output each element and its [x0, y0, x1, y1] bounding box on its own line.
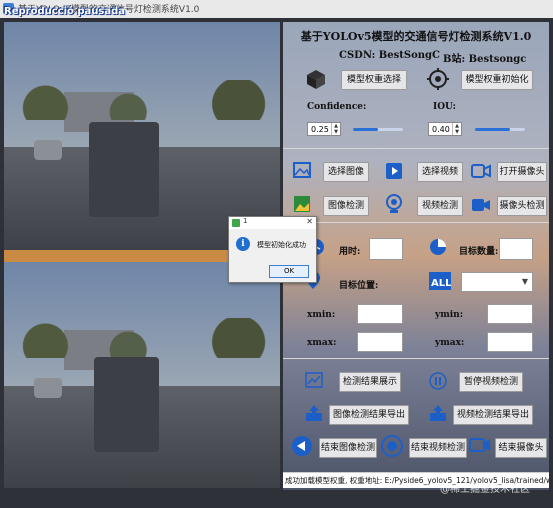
detected-image-view	[4, 262, 280, 488]
iou-spinbox[interactable]: 0.40 ▲ ▼	[428, 122, 462, 136]
pause-video-button[interactable]: 暂停视频检测	[459, 372, 523, 392]
xmin-label: xmin:	[307, 310, 336, 320]
dialog-message: 模型初始化成功	[257, 241, 306, 249]
camera-icon	[471, 164, 491, 178]
end-camera-button[interactable]: 结束摄像头	[495, 438, 547, 458]
target-icon	[427, 68, 449, 90]
divider	[283, 358, 549, 359]
stop-camera-icon	[469, 438, 490, 452]
end-image-button[interactable]: 结束图像检测	[319, 438, 377, 458]
image-detect-button[interactable]: 图像检测	[323, 196, 369, 216]
ymin-box	[487, 304, 533, 324]
export-video-button[interactable]: 视频检测结果导出	[453, 405, 533, 425]
model-select-button[interactable]: 模型权重选择	[341, 70, 407, 90]
ok-button[interactable]: OK	[269, 265, 309, 278]
divider	[283, 148, 549, 149]
iou-slider[interactable]	[475, 128, 525, 131]
info-icon: i	[236, 237, 250, 251]
bilibili-label: B站: Bestsongc	[443, 54, 527, 65]
ymax-label: ymax:	[435, 338, 465, 348]
confidence-spinbox[interactable]: 0.25 ▲ ▼	[307, 122, 341, 136]
vehicle	[89, 122, 159, 217]
select-image-button[interactable]: 选择图像	[323, 162, 369, 182]
model-init-button[interactable]: 模型权重初始化	[461, 70, 533, 90]
video-file-icon	[386, 163, 402, 179]
vehicle	[94, 357, 159, 452]
line-chart-icon	[305, 372, 323, 388]
target-select-dropdown[interactable]: ▼	[461, 272, 533, 292]
csdn-label: CSDN: BestSongC	[339, 50, 440, 61]
dialog-app-icon	[232, 219, 240, 227]
export-image-button[interactable]: 图像检测结果导出	[329, 405, 409, 425]
webcam-icon	[386, 194, 402, 213]
stop-video-icon	[381, 435, 403, 457]
playback-overlay: Reproducció pausada	[4, 6, 125, 17]
close-icon[interactable]: ✕	[306, 217, 313, 226]
open-camera-button[interactable]: 打开摄像头	[497, 162, 547, 182]
end-video-button[interactable]: 结束视频检测	[409, 438, 467, 458]
xmin-box	[357, 304, 403, 324]
cube-icon	[307, 70, 325, 89]
divider	[283, 222, 549, 223]
iou-slider-fill	[475, 128, 510, 131]
panel-title: 基于YOLOv5模型的交通信号灯检测系统V1.0	[300, 30, 532, 43]
control-panel: 基于YOLOv5模型的交通信号灯检测系统V1.0 CSDN: BestSongC…	[283, 22, 549, 490]
ymin-label: ymin:	[435, 310, 464, 320]
image-icon	[293, 162, 311, 178]
target-count-label: 目标数量:	[459, 247, 499, 257]
all-icon: ALL	[429, 272, 451, 290]
show-result-button[interactable]: 检测结果展示	[339, 372, 401, 392]
iou-label: IOU:	[433, 102, 456, 112]
time-label: 用时:	[339, 247, 361, 257]
dialog-title-bar: 1 ✕	[229, 217, 316, 229]
target-position-label: 目标位置:	[339, 281, 379, 291]
export-video-icon	[430, 405, 446, 421]
xmax-label: xmax:	[307, 338, 337, 348]
video-camera-icon	[472, 199, 490, 211]
ymax-box	[487, 332, 533, 352]
watermark: @稀土掘金技术社区	[440, 484, 530, 495]
export-icon	[306, 405, 322, 421]
pause-icon	[429, 372, 447, 390]
confidence-slider-fill	[353, 128, 378, 131]
time-value-box	[369, 238, 403, 260]
select-video-button[interactable]: 选择视频	[417, 162, 463, 182]
info-dialog: 1 ✕ i 模型初始化成功 OK	[228, 216, 317, 283]
image-detect-icon	[294, 196, 310, 212]
confidence-slider[interactable]	[353, 128, 403, 131]
pie-chart-icon	[430, 239, 446, 255]
stop-image-icon	[292, 436, 312, 456]
target-count-box	[499, 238, 533, 260]
video-detect-button[interactable]: 视频检测	[417, 196, 463, 216]
confidence-label: Confidence:	[307, 102, 367, 112]
camera-detect-button[interactable]: 摄像头检测	[497, 196, 547, 216]
xmax-box	[357, 332, 403, 352]
dialog-title: 1	[243, 217, 248, 225]
svg-text:ALL: ALL	[431, 278, 451, 289]
